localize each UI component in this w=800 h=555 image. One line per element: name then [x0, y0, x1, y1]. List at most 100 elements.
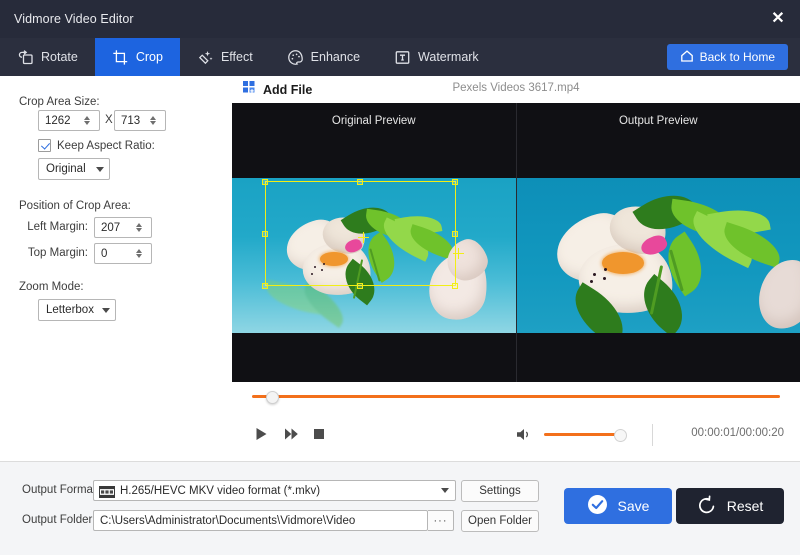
close-icon[interactable]: ✕: [766, 7, 790, 31]
tab-enhance[interactable]: Enhance: [270, 38, 377, 76]
top-margin-label: Top Margin:: [20, 247, 88, 259]
crop-area-size-label: Crop Area Size:: [19, 96, 100, 108]
chevron-down-icon: [91, 167, 109, 172]
aspect-ratio-value: Original: [39, 163, 91, 175]
app-window: Vidmore Video Editor ✕ Rotate Crop: [0, 0, 800, 555]
crop-height-arrows[interactable]: [145, 116, 161, 125]
reset-label: Reset: [727, 498, 764, 514]
crop-handle-e[interactable]: [452, 231, 458, 237]
preview-panel: Pexels Videos 3617.mp4 Add File Origina: [232, 76, 800, 461]
crop-icon: [112, 49, 129, 66]
crop-width-value[interactable]: 1262: [39, 115, 79, 127]
reset-button[interactable]: Reset: [676, 488, 784, 524]
watermark-icon: [394, 49, 411, 66]
tab-rotate-label: Rotate: [41, 50, 78, 64]
left-margin-label: Left Margin:: [20, 221, 88, 233]
save-button[interactable]: Save: [564, 488, 672, 524]
enhance-icon: [287, 49, 304, 66]
tab-effect-label: Effect: [221, 50, 253, 64]
size-separator: X: [105, 114, 113, 126]
back-to-home-button[interactable]: Back to Home: [667, 44, 788, 70]
output-folder-input[interactable]: C:\Users\Administrator\Documents\Vidmore…: [93, 510, 428, 531]
film-strip-icon: [99, 485, 115, 497]
effect-icon: [197, 49, 214, 66]
tab-watermark[interactable]: Watermark: [377, 38, 496, 76]
volume-slider[interactable]: [544, 433, 622, 436]
save-label: Save: [618, 498, 650, 514]
zoom-mode-select[interactable]: Letterbox: [38, 299, 116, 321]
left-margin-stepper[interactable]: 207: [94, 217, 152, 238]
back-to-home-label: Back to Home: [700, 50, 775, 64]
stop-icon[interactable]: [308, 423, 330, 445]
seek-handle[interactable]: [266, 391, 279, 404]
app-title: Vidmore Video Editor: [14, 12, 134, 26]
crop-height-value[interactable]: 713: [115, 115, 145, 127]
output-preview-title: Output Preview: [517, 115, 800, 127]
fast-forward-icon[interactable]: [280, 423, 302, 445]
open-folder-button[interactable]: Open Folder: [461, 510, 539, 532]
crop-width-stepper[interactable]: 1262: [38, 110, 100, 131]
tab-watermark-label: Watermark: [418, 50, 479, 64]
left-margin-value[interactable]: 207: [95, 222, 131, 234]
rotate-icon: [17, 49, 34, 66]
top-margin-arrows[interactable]: [131, 249, 147, 258]
seek-bar[interactable]: [252, 395, 780, 398]
timecode-display: 00:00:01/00:00:20: [691, 427, 784, 439]
position-of-crop-area-label: Position of Crop Area:: [19, 200, 131, 212]
transport-divider: [652, 424, 653, 446]
keep-aspect-ratio-label: Keep Aspect Ratio:: [57, 140, 155, 152]
aspect-ratio-select[interactable]: Original: [38, 158, 110, 180]
zoom-mode-value: Letterbox: [39, 304, 97, 316]
output-video-image: [517, 178, 800, 333]
preview-stage: Original Preview: [232, 103, 800, 382]
crop-handle-n[interactable]: [357, 179, 363, 185]
crop-handle-w[interactable]: [262, 231, 268, 237]
zoom-mode-label: Zoom Mode:: [19, 281, 84, 293]
title-bar: Vidmore Video Editor ✕: [0, 0, 800, 38]
original-video-frame: [232, 178, 516, 333]
tab-enhance-label: Enhance: [311, 50, 360, 64]
add-file-icon: [242, 80, 257, 100]
output-format-label: Output Format:: [22, 484, 99, 496]
original-preview: Original Preview: [232, 103, 516, 382]
volume-handle[interactable]: [614, 429, 627, 442]
file-name: Pexels Videos 3617.mp4: [232, 82, 800, 94]
original-preview-title: Original Preview: [232, 115, 516, 127]
crop-handle-ne[interactable]: [452, 179, 458, 185]
top-margin-stepper[interactable]: 0: [94, 243, 152, 264]
play-icon[interactable]: [250, 423, 272, 445]
crop-handle-nw[interactable]: [262, 179, 268, 185]
checkbox-box: [38, 139, 51, 152]
top-margin-value[interactable]: 0: [95, 248, 131, 260]
crop-width-arrows[interactable]: [79, 116, 95, 125]
browse-folder-button[interactable]: ···: [428, 510, 454, 531]
output-format-select[interactable]: H.265/HEVC MKV video format (*.mkv): [93, 480, 456, 501]
left-margin-arrows[interactable]: [131, 223, 147, 232]
add-file-button[interactable]: Add File: [242, 80, 312, 100]
crop-settings-panel: Crop Area Size: 1262 X 713 Keep Aspect R…: [0, 76, 233, 461]
tab-crop[interactable]: Crop: [95, 38, 180, 76]
image-pollen: [602, 252, 645, 274]
tab-effect[interactable]: Effect: [180, 38, 270, 76]
crop-edge-crosshair: [453, 248, 464, 259]
crop-handle-sw[interactable]: [262, 283, 268, 289]
seek-bar-container: [232, 382, 800, 411]
chevron-down-icon: [97, 308, 115, 313]
output-folder-value: C:\Users\Administrator\Documents\Vidmore…: [100, 515, 355, 527]
crop-height-stepper[interactable]: 713: [114, 110, 166, 131]
settings-button[interactable]: Settings: [461, 480, 539, 502]
tab-rotate[interactable]: Rotate: [0, 38, 95, 76]
main-toolbar: Rotate Crop Effect: [0, 38, 800, 76]
output-bar: Output Format: H.265/HEVC MKV video form…: [0, 461, 800, 555]
check-circle-icon: [587, 494, 608, 518]
crop-handle-s[interactable]: [357, 283, 363, 289]
keep-aspect-ratio-checkbox[interactable]: Keep Aspect Ratio:: [38, 139, 155, 152]
tab-crop-label: Crop: [136, 50, 163, 64]
home-icon: [680, 49, 694, 66]
transport-controls: 00:00:01/00:00:20: [232, 410, 800, 461]
crop-center-crosshair: [358, 232, 369, 243]
volume-icon[interactable]: [514, 423, 536, 445]
chevron-down-icon: [435, 488, 455, 493]
crop-handle-se[interactable]: [452, 283, 458, 289]
output-format-value: H.265/HEVC MKV video format (*.mkv): [120, 485, 320, 497]
